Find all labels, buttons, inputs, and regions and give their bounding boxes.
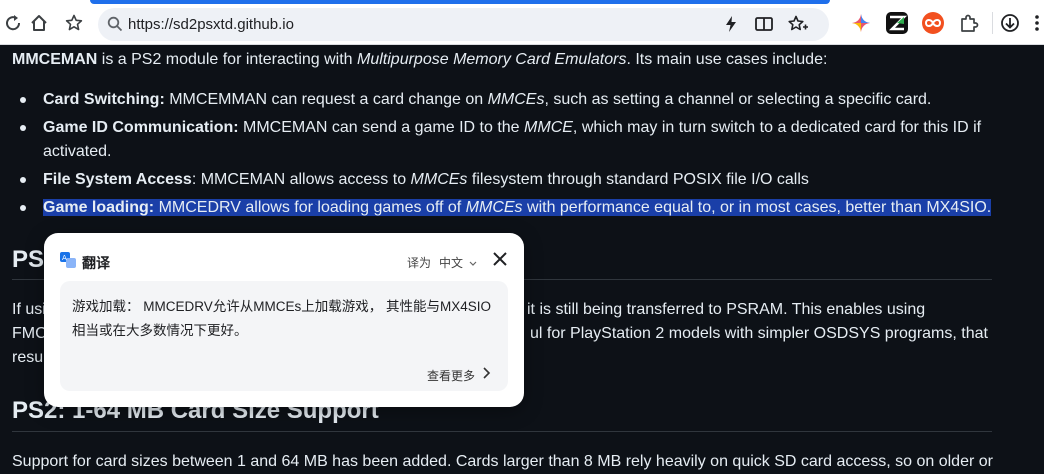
address-bar[interactable]: https://sd2psxtd.github.io: [98, 8, 829, 41]
extension-infinity-icon[interactable]: [922, 12, 944, 34]
intro-text: is a PS2 module for interacting with: [97, 51, 358, 68]
search-icon: [102, 11, 128, 37]
chevron-right-icon[interactable]: [481, 366, 491, 380]
gemini-extension-icon[interactable]: [850, 12, 872, 34]
heading-divider: [12, 431, 992, 432]
extension-z-icon[interactable]: [886, 12, 908, 34]
list-item-italic: MMCE: [524, 119, 573, 136]
reading-mode-icon[interactable]: [751, 11, 777, 37]
paragraph-line: FMC: [12, 325, 47, 342]
target-language-select[interactable]: 中文: [439, 254, 477, 271]
list-item-bold: Game ID Communication:: [43, 119, 239, 136]
list-item-selected: Game loading: MMCEDRV allows for loading…: [43, 196, 992, 220]
intro-bold: MMCEMAN: [12, 51, 98, 68]
list-item-text: MMCEMMAN can request a card change on: [164, 91, 488, 108]
paragraph-line: Support for card sizes between 1 and 64 …: [12, 453, 993, 470]
translate-popup: A 翻译 译为 中文 游戏加载： MMCEDRV允许从MMCEs上加载游戏， 其…: [44, 233, 524, 407]
flash-icon[interactable]: [718, 11, 744, 37]
list-item: Game ID Communication: MMCEMAN can send …: [43, 116, 981, 140]
translate-logo-icon: A: [60, 252, 76, 268]
list-item-italic: MMCEs: [410, 171, 468, 188]
selection-highlight: Game loading: MMCEDRV allows for loading…: [43, 199, 992, 216]
browser-toolbar: https://sd2psxtd.github.io: [0, 0, 1044, 45]
more-menu-icon[interactable]: [1033, 12, 1044, 34]
svg-text:A: A: [62, 254, 67, 262]
list-item-text: , which may in turn switch to a dedicate…: [572, 119, 982, 136]
refresh-icon[interactable]: [0, 10, 26, 36]
bookmark-star-icon[interactable]: [61, 10, 87, 36]
bullet-dot: [20, 205, 26, 211]
active-tab-indicator: [90, 0, 830, 4]
list-item-text: filesystem through standard POSIX file I…: [467, 171, 809, 188]
paragraph-line: ul for PlayStation 2 models with simpler…: [530, 325, 988, 342]
translation-result-text: 游戏加载： MMCEDRV允许从MMCEs上加载游戏， 其性能与MX4SIO相当…: [72, 299, 492, 338]
paragraph-line: it is still being transferred to PSRAM. …: [527, 301, 926, 318]
translation-result-box: 游戏加载： MMCEDRV允许从MMCEs上加载游戏， 其性能与MX4SIO相当…: [60, 281, 508, 391]
chevron-down-icon: [469, 261, 477, 266]
list-item-italic: MMCEs: [487, 91, 545, 108]
paragraph-line: resul: [12, 349, 47, 366]
target-language-label: 译为: [407, 256, 432, 270]
popup-title: 翻译: [82, 255, 110, 271]
list-item-italic: MMCEs: [465, 199, 523, 216]
add-bookmark-icon[interactable]: [785, 11, 811, 37]
bullet-dot: [20, 177, 26, 183]
list-item: Card Switching: MMCEMMAN can request a c…: [43, 88, 931, 112]
see-more-link[interactable]: 查看更多: [427, 367, 475, 384]
bullet-dot: [20, 97, 26, 103]
toolbar-separator: [992, 12, 993, 34]
download-icon[interactable]: [999, 12, 1021, 34]
intro-italic: Multipurpose Memory Card Emulators: [357, 51, 627, 68]
list-item-text: MMCEMAN can send a game ID to the: [238, 119, 525, 136]
home-icon[interactable]: [26, 10, 52, 36]
list-item-text: , such as setting a channel or selecting…: [544, 91, 932, 108]
extensions-puzzle-icon[interactable]: [958, 12, 980, 34]
intro-paragraph: MMCEMAN is a PS2 module for interacting …: [12, 48, 827, 72]
list-item-text: MMCEDRV allows for loading games off of: [154, 199, 466, 216]
intro-text-end: . Its main use cases include:: [626, 51, 828, 68]
list-item-text: with performance equal to, or in most ca…: [522, 199, 992, 216]
bullet-dot: [20, 125, 26, 131]
list-item-continuation: activated.: [43, 143, 112, 160]
paragraph-line: If usi: [12, 301, 46, 318]
list-item-bold: Card Switching:: [43, 91, 165, 108]
list-item-text: : MMCEMAN allows access to: [191, 171, 411, 188]
list-item: File System Access: MMCEMAN allows acces…: [43, 168, 809, 192]
close-icon[interactable]: [491, 250, 509, 268]
list-item-bold: File System Access: [43, 171, 192, 188]
url-text[interactable]: https://sd2psxtd.github.io: [128, 16, 294, 33]
target-language-value[interactable]: 中文: [439, 256, 463, 270]
list-item-bold: Game loading:: [43, 199, 155, 216]
